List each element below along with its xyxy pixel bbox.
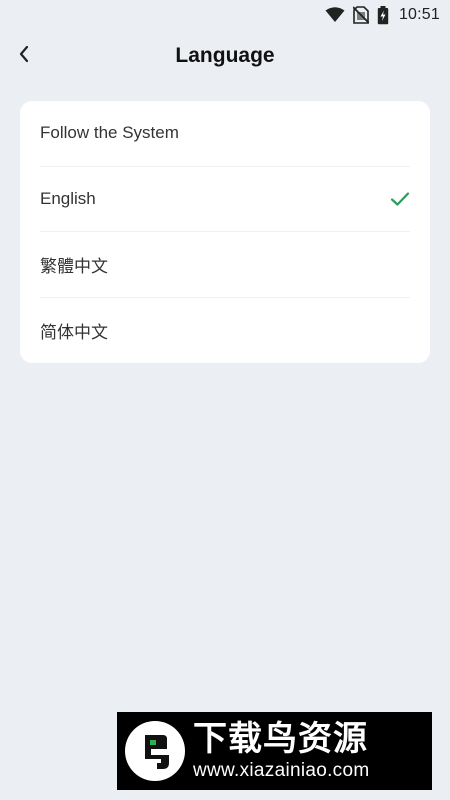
- header: Language: [0, 34, 450, 78]
- status-time: 10:51: [398, 6, 440, 23]
- language-option-label: Follow the System: [40, 123, 179, 143]
- watermark-text: 下载鸟资源 www.xiazainiao.com: [193, 719, 369, 783]
- no-sim-icon: [352, 6, 369, 24]
- wifi-icon: [325, 7, 345, 23]
- status-bar: 10:51: [0, 0, 450, 30]
- check-icon: [390, 191, 410, 207]
- page-title: Language: [175, 44, 275, 67]
- language-list: Follow the System English 繁體中文 简体中文: [20, 101, 430, 363]
- language-option-simplified-chinese[interactable]: 简体中文: [40, 298, 410, 364]
- language-option-english[interactable]: English: [40, 167, 410, 232]
- battery-charging-icon: [377, 5, 389, 25]
- watermark-logo: [125, 721, 185, 781]
- language-option-label: English: [40, 188, 96, 208]
- language-option-traditional-chinese[interactable]: 繁體中文: [40, 232, 410, 298]
- watermark-url: www.xiazainiao.com: [193, 760, 370, 781]
- language-screen: 10:51 Language Follow the System English…: [0, 0, 450, 800]
- watermark-name: 下载鸟资源: [193, 720, 368, 758]
- watermark: 下载鸟资源 www.xiazainiao.com: [117, 712, 432, 790]
- language-option-label: 简体中文: [40, 322, 108, 342]
- language-option-follow-system[interactable]: Follow the System: [40, 101, 410, 167]
- language-option-label: 繁體中文: [40, 256, 108, 276]
